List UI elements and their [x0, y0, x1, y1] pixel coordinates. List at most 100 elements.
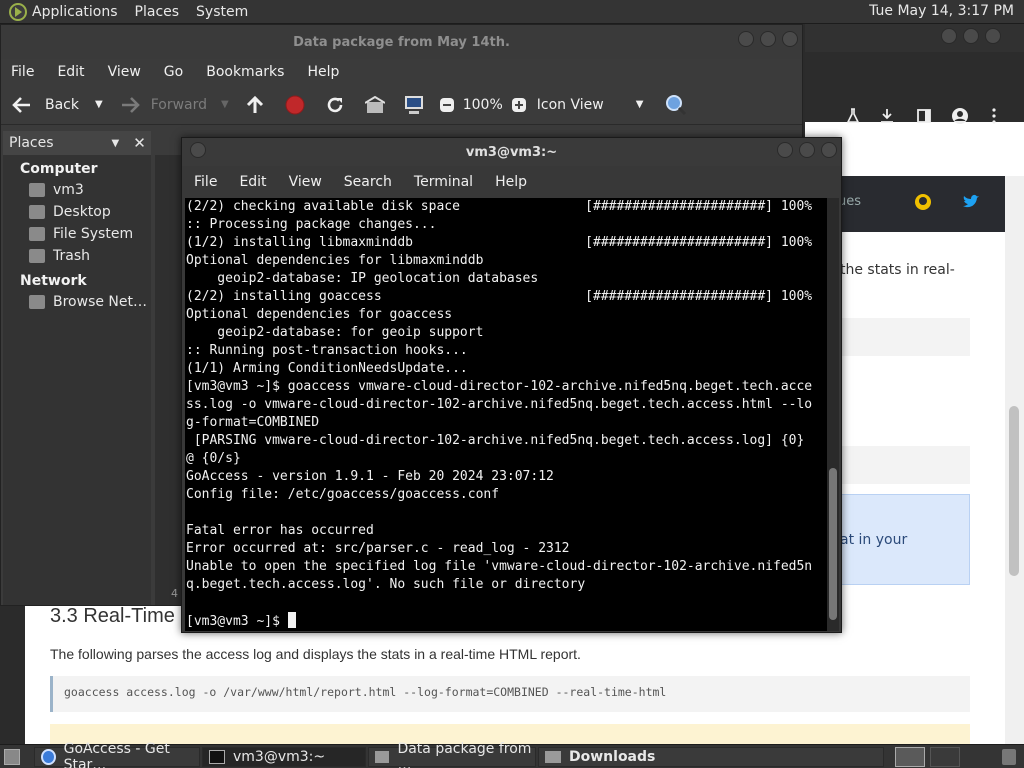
terminal-line: :: Running post-transaction hooks... [186, 343, 468, 358]
menu-bookmarks[interactable]: Bookmarks [206, 64, 284, 80]
top-menu-places[interactable]: Places [135, 4, 180, 20]
maximize-button[interactable] [963, 28, 979, 44]
code-text: goaccess access.log -o /var/www/html/rep… [64, 685, 667, 699]
maximize-button[interactable] [799, 142, 815, 158]
up-arrow-icon[interactable] [245, 95, 265, 115]
search-icon[interactable] [665, 94, 687, 116]
task-terminal[interactable]: vm3@vm3:~ [202, 747, 366, 767]
close-button[interactable] [782, 31, 798, 47]
menu-terminal[interactable]: Terminal [414, 174, 473, 190]
file-manager-menubar: File Edit View Go Bookmarks Help [1, 59, 802, 85]
download-icon[interactable] [879, 108, 895, 124]
sidebar-item-file-system[interactable]: File System [3, 223, 151, 245]
file-manager-titlebar[interactable]: Data package from May 14th. [1, 25, 802, 59]
menu-file[interactable]: File [194, 174, 217, 190]
workspace-switcher-2[interactable] [930, 747, 960, 767]
terminal-titlebar[interactable]: vm3@vm3:~ [182, 138, 841, 166]
minimize-button[interactable] [941, 28, 957, 44]
reload-icon[interactable] [325, 95, 345, 115]
maximize-button[interactable] [760, 31, 776, 47]
terminal-line: Error occurred at: src/parser.c - read_l… [186, 541, 570, 556]
place-icon [29, 249, 45, 263]
clock[interactable]: Tue May 14, 3:17 PM [869, 3, 1014, 19]
terminal-cursor [287, 612, 296, 628]
sidebar-item-browse-net-[interactable]: Browse Net… [3, 291, 151, 313]
terminal-line: [vm3@vm3 ~]$ goaccess vmware-cloud-direc… [186, 379, 813, 394]
forward-button[interactable]: Forward [151, 97, 207, 113]
terminal-line: q.beget.tech.access.log'. No such file o… [186, 577, 586, 592]
minimize-button[interactable] [738, 31, 754, 47]
task-label: vm3@vm3:~ [233, 749, 326, 765]
browser-scrollbar[interactable] [1005, 176, 1024, 744]
top-menu-system[interactable]: System [196, 4, 248, 20]
zoom-in-icon[interactable] [511, 97, 527, 113]
places-sidebar: Places ▼ ✕ Computer vm3 Desktop File Syste… [3, 131, 151, 605]
close-button[interactable] [821, 142, 837, 158]
menu-edit[interactable]: Edit [239, 174, 266, 190]
minimize-button[interactable] [777, 142, 793, 158]
menu-view[interactable]: View [108, 64, 141, 80]
sidebar-close-icon[interactable]: ✕ [133, 134, 146, 152]
forward-arrow-icon [121, 96, 140, 113]
computer-icon[interactable] [403, 95, 425, 115]
sidebar-item-label: Desktop [53, 204, 111, 220]
menu-search[interactable]: Search [344, 174, 392, 190]
browser-icon [41, 749, 56, 765]
sidebar-item-label: Browse Net… [53, 294, 148, 310]
github-icon[interactable] [913, 192, 933, 212]
zoom-out-icon[interactable] [439, 97, 455, 113]
distro-logo-icon[interactable] [8, 2, 28, 22]
task-browser[interactable]: GoAccess - Get Star… [34, 741, 200, 768]
top-menu-applications[interactable]: Applications [32, 4, 118, 20]
menu-help[interactable]: Help [495, 174, 527, 190]
scrollbar-thumb[interactable] [829, 468, 837, 620]
twitter-icon[interactable] [961, 193, 981, 211]
terminal-line: g-format=COMBINED [186, 415, 320, 430]
place-icon [29, 295, 45, 309]
terminal-icon [209, 750, 225, 764]
terminal-line: Optional dependencies for goaccess [186, 307, 453, 322]
terminal-screen[interactable]: (2/2) checking available disk space [###… [185, 198, 828, 631]
sidebar-item-trash[interactable]: Trash [3, 245, 151, 267]
task-label: GoAccess - Get Star… [63, 741, 170, 768]
flask-icon[interactable] [845, 108, 861, 124]
file-manager-toolbar: Back ▼ Forward ▼ 100% Icon View ▼ [1, 85, 802, 125]
account-icon[interactable] [951, 107, 969, 125]
menu-edit[interactable]: Edit [57, 64, 84, 80]
scrollbar-thumb[interactable] [1009, 406, 1019, 576]
task-file-manager[interactable]: Data package from … [368, 741, 536, 768]
menu-go[interactable]: Go [164, 64, 183, 80]
article-text-fragment: the stats in real- [840, 262, 955, 278]
window-menu-button[interactable] [190, 142, 206, 158]
back-button[interactable]: Back [45, 97, 79, 113]
trash-applet-icon[interactable] [1002, 749, 1016, 765]
menu-view[interactable]: View [289, 174, 322, 190]
window-title: Data package from May 14th. [293, 34, 510, 50]
sidebar-selector[interactable]: Places [9, 135, 54, 151]
menu-icon[interactable] [991, 108, 997, 124]
menu-file[interactable]: File [11, 64, 34, 80]
close-button[interactable] [985, 28, 1001, 44]
terminal-prompt-line[interactable]: [vm3@vm3 ~]$ [186, 612, 828, 631]
sidebar-icon[interactable] [916, 108, 932, 124]
status-fragment: 4 [171, 587, 178, 600]
stop-icon[interactable] [285, 95, 305, 115]
sidebar-item-vm3[interactable]: vm3 [3, 179, 151, 201]
view-mode-dropdown-icon[interactable]: ▼ [636, 99, 644, 110]
back-arrow-icon[interactable] [11, 96, 33, 114]
home-icon[interactable] [364, 95, 385, 114]
terminal-scrollbar[interactable] [827, 198, 839, 631]
view-mode-select[interactable]: Icon View [537, 97, 604, 113]
computer-heading: Computer [20, 161, 98, 177]
terminal-line: Optional dependencies for libmaxminddb [186, 253, 484, 268]
show-desktop-icon[interactable] [4, 749, 20, 765]
workspace-switcher[interactable] [895, 747, 925, 767]
article-paragraph: The following parses the access log and … [50, 646, 581, 662]
task-downloads[interactable]: Downloads [538, 747, 884, 767]
sidebar-dropdown-icon[interactable]: ▼ [112, 138, 120, 149]
terminal-line: @ {0/s} [186, 451, 241, 466]
back-dropdown-icon[interactable]: ▼ [95, 99, 103, 110]
sidebar-item-desktop[interactable]: Desktop [3, 201, 151, 223]
menu-help[interactable]: Help [307, 64, 339, 80]
